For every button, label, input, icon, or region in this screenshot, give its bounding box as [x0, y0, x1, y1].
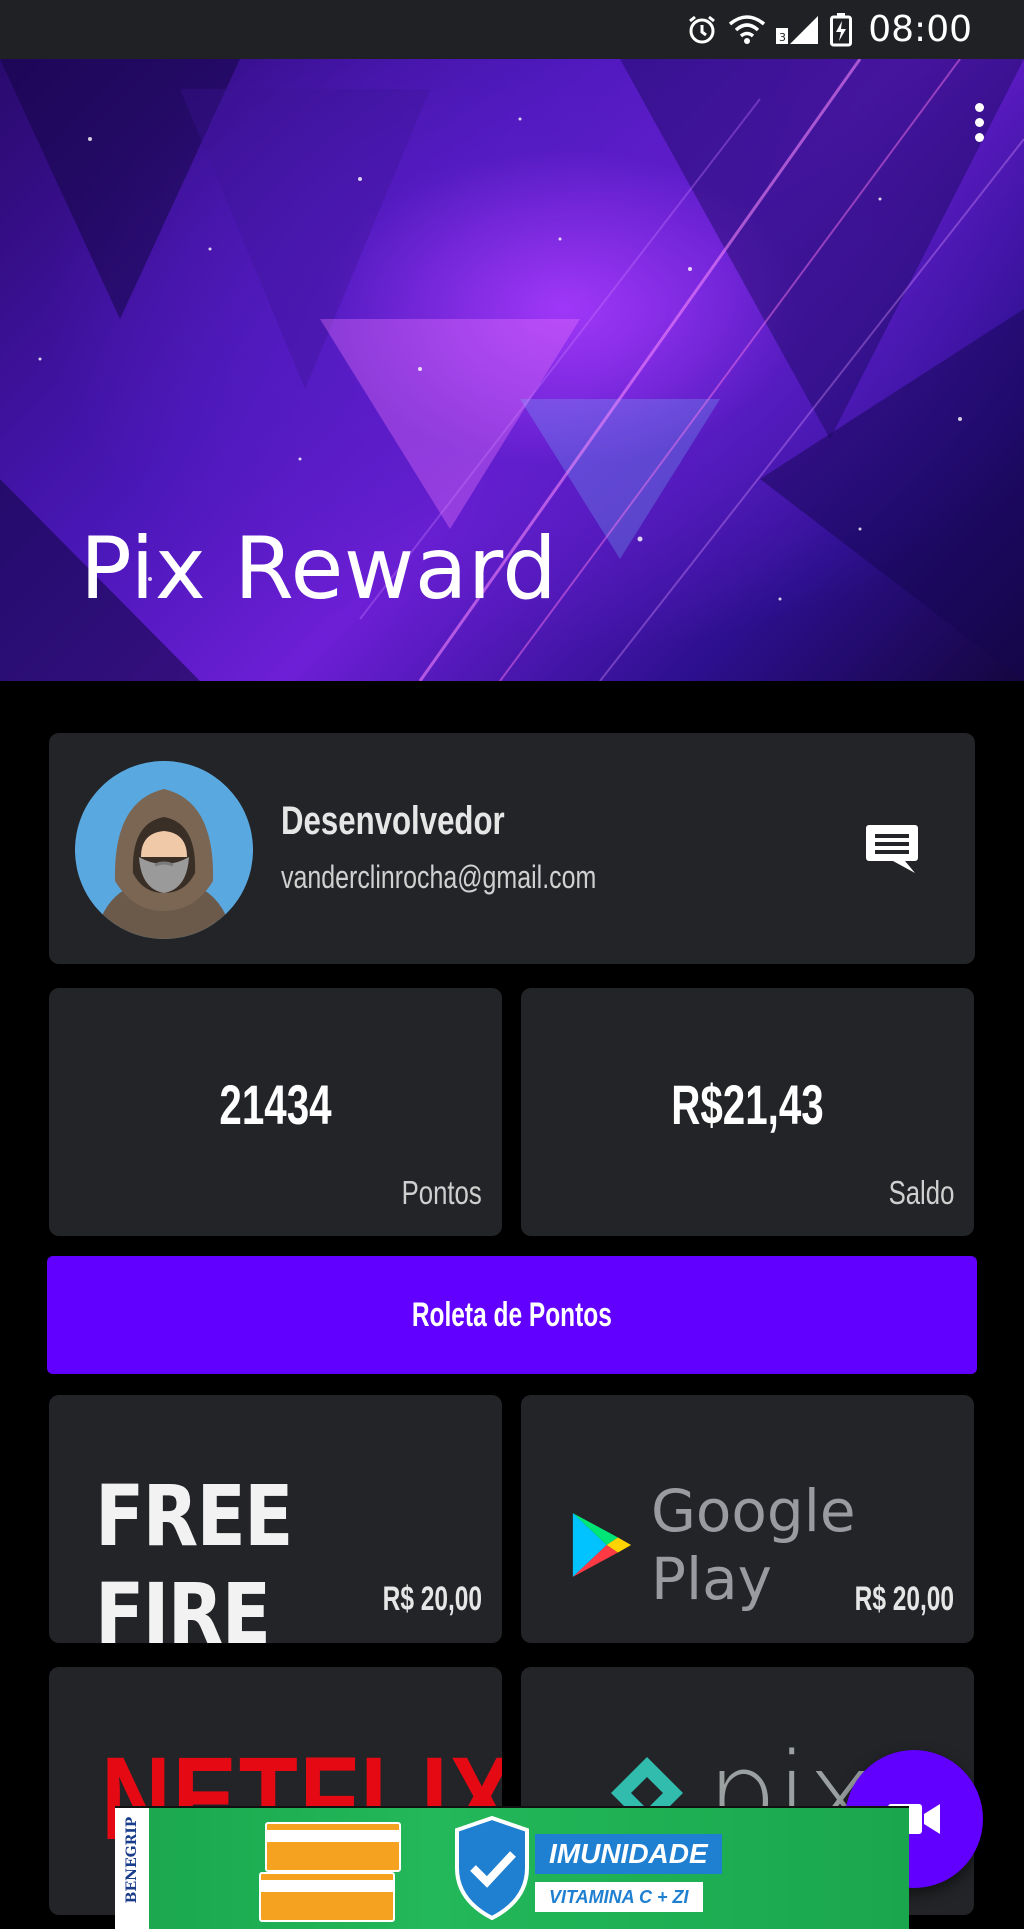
- chat-icon[interactable]: [865, 823, 919, 875]
- ad-product-box: [259, 1872, 395, 1922]
- reward-price: R$ 20,00: [382, 1580, 482, 1618]
- balance-value: R$21,43: [671, 1073, 824, 1136]
- shield-check-icon: [455, 1816, 529, 1920]
- balance-label: Saldo: [888, 1174, 954, 1211]
- ad-brand: BENEGRIP: [124, 1816, 140, 1904]
- ad-title: IMUNIDADE: [535, 1834, 722, 1874]
- profile-card: Desenvolvedor vanderclinrocha@gmail.com: [49, 733, 975, 964]
- header-banner: Pix Reward: [0, 59, 1024, 681]
- wifi-icon: [728, 14, 766, 46]
- profile-email: vanderclinrocha@gmail.com: [281, 859, 597, 895]
- points-label: Pontos: [401, 1174, 482, 1211]
- clock: 08:00: [868, 9, 972, 50]
- signal-icon: 3: [776, 14, 820, 46]
- points-card: 21434 Pontos: [49, 988, 502, 1236]
- reward-price: R$ 20,00: [854, 1580, 954, 1618]
- reward-google-play[interactable]: Google Play R$ 20,00: [521, 1395, 974, 1643]
- reward-free-fire[interactable]: FREE FIRE R$ 20,00: [49, 1395, 502, 1643]
- balance-card: R$21,43 Saldo: [521, 988, 974, 1236]
- ad-banner[interactable]: BENEGRIP IMUNIDADE VITAMINA C + ZI: [115, 1806, 909, 1929]
- ad-subtitle: VITAMINA C + ZI: [535, 1882, 703, 1912]
- roleta-label: Roleta de Pontos: [412, 1295, 612, 1334]
- google-play-icon: [572, 1513, 632, 1577]
- more-vert-icon[interactable]: [964, 103, 994, 149]
- svg-text:3: 3: [779, 31, 786, 44]
- battery-charging-icon: [830, 12, 853, 47]
- ad-brand-strip: BENEGRIP: [115, 1808, 149, 1929]
- roleta-button[interactable]: Roleta de Pontos: [47, 1256, 977, 1374]
- profile-name: Desenvolvedor: [281, 799, 505, 843]
- avatar[interactable]: [75, 761, 253, 939]
- ad-product-box: [265, 1822, 401, 1872]
- app-title: Pix Reward: [80, 519, 558, 619]
- points-value: 21434: [219, 1073, 332, 1136]
- status-bar: 3 08:00: [0, 0, 1024, 59]
- alarm-icon: [686, 14, 718, 46]
